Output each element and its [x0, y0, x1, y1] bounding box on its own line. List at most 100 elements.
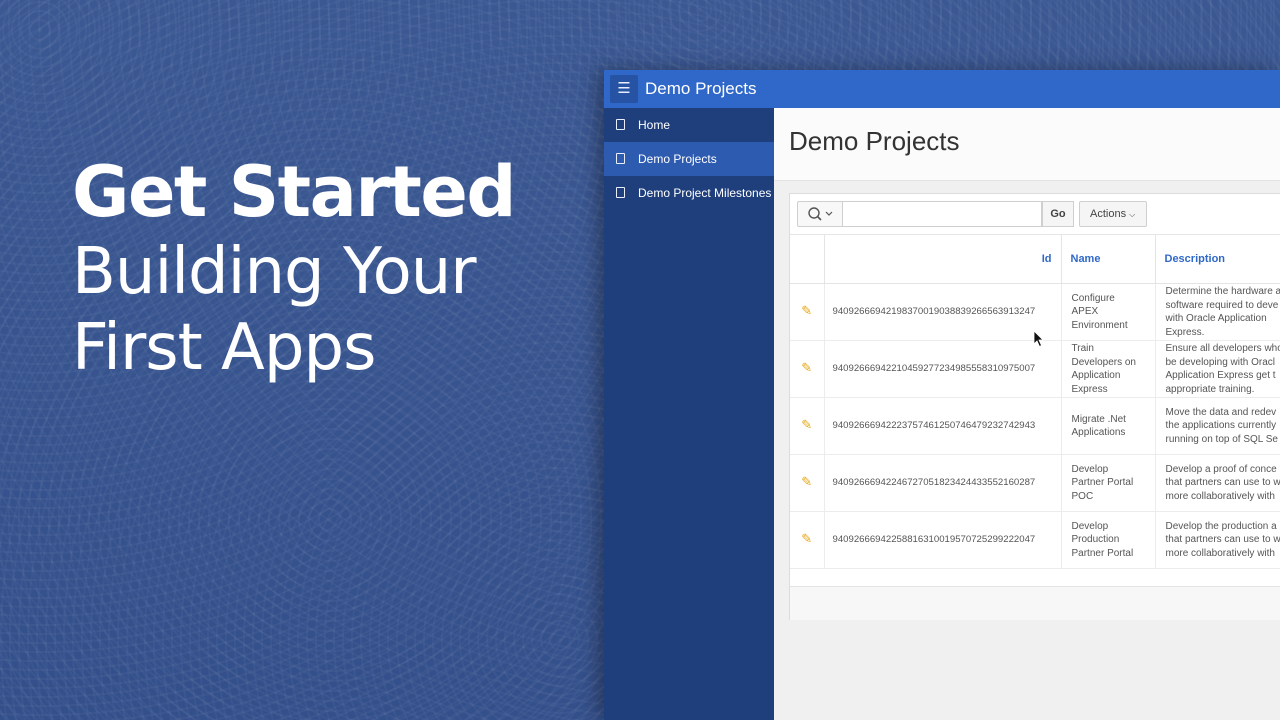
sidebar-item-home[interactable]: Home [604, 108, 774, 142]
sidebar-item-demo-projects[interactable]: Demo Projects [604, 142, 774, 176]
cell-id: 94092666942223757461250746479232742943 [824, 397, 1062, 455]
cell-description-line: Develop a proof of conce [1165, 463, 1277, 475]
cell-name-line: POC [1071, 490, 1094, 502]
cell-description-line: that partners can use to w [1165, 477, 1280, 489]
cell-description: Determine the hardware a software require… [1155, 283, 1280, 341]
cell-description-line: Determine the hardware a [1165, 286, 1280, 297]
cell-name-line: Production [1071, 534, 1120, 546]
cell-description-line: running on top of SQL Se [1165, 433, 1279, 445]
cell-name: Configure APEX Environment [1061, 283, 1156, 341]
report-footer [790, 586, 1280, 620]
pencil-edit-icon[interactable]: ✎ [801, 303, 812, 318]
cell-description-line: software required to deve [1165, 299, 1279, 311]
cell-description-line: with Oracle Application [1165, 313, 1267, 324]
apex-app-window: ☰ Demo Projects Home Demo Projects Demo … [604, 70, 1280, 720]
report-table: Id Name Description ✎ 9409266694219837001… [790, 235, 1280, 569]
edit-cell: ✎ [790, 397, 825, 455]
cell-id: 94092666942198370019038839266563913247 [824, 283, 1062, 341]
pencil-edit-icon[interactable]: ✎ [801, 531, 812, 546]
cell-description-line: be developing with Oracl [1165, 356, 1276, 368]
cell-description: Develop a proof of conce that partners ca… [1155, 454, 1280, 512]
cell-description-line: Move the data and redev [1165, 406, 1277, 418]
pencil-edit-icon[interactable]: ✎ [801, 474, 812, 489]
sidebar-item-label: Demo Projects [638, 152, 717, 166]
navigation-sidebar: Home Demo Projects Demo Project Mileston… [604, 108, 774, 720]
cell-name: Develop Production Partner Portal [1061, 511, 1156, 569]
table-row: ✎ 94092666942246727051823424433552160287 D… [790, 454, 1280, 512]
table-body: ✎ 94092666942198370019038839266563913247 C… [790, 283, 1280, 569]
cell-description-line: Develop the production a [1165, 520, 1277, 532]
table-row: ✎ 94092666942223757461250746479232742943 M… [790, 397, 1280, 455]
cell-name-line: Applications [1071, 427, 1126, 438]
mouse-cursor-icon [1033, 330, 1044, 348]
cell-name-line: Partner Portal [1071, 547, 1134, 559]
cell-id: 94092666942210459277234985558310975007 [824, 340, 1062, 398]
search-icon [808, 207, 833, 221]
hero-subtitle-line-1: Building Your [72, 235, 477, 309]
table-row: ✎ 94092666942210459277234985558310975007 T… [790, 340, 1280, 398]
cell-description-line: more collaboratively with [1165, 547, 1276, 559]
search-column-button[interactable] [797, 201, 842, 227]
cell-name-line: Train [1071, 343, 1094, 354]
edit-cell: ✎ [790, 511, 825, 569]
actions-label: Actions [1090, 208, 1127, 220]
edit-cell: ✎ [790, 454, 825, 512]
cell-name-line: Configure [1071, 292, 1115, 304]
main-content: Demo Projects Go Actions ⌵ Id Name Descr… [774, 108, 1280, 720]
page-icon [616, 153, 625, 164]
table-row: ✎ 94092666942258816310019570725299222047 D… [790, 511, 1280, 569]
cell-name-line: Develop [1071, 463, 1109, 475]
cell-name-line: APEX [1071, 306, 1099, 318]
interactive-report: Go Actions ⌵ Id Name Description ✎ 94092… [789, 193, 1280, 620]
cell-description-line: appropriate training. [1165, 383, 1255, 395]
cell-name: Develop Partner Portal POC [1061, 454, 1156, 512]
edit-cell: ✎ [790, 340, 825, 398]
cell-id: 94092666942258816310019570725299222047 [824, 511, 1062, 569]
app-title[interactable]: Demo Projects [645, 79, 756, 99]
top-navigation-bar: ☰ Demo Projects [604, 70, 1280, 108]
cell-name: Migrate .Net Applications [1061, 397, 1156, 455]
cell-name-line: Environment [1071, 319, 1128, 331]
cell-description-line: Ensure all developers who [1165, 343, 1280, 354]
cell-description: Develop the production a that partners ca… [1155, 511, 1280, 569]
pencil-edit-icon[interactable]: ✎ [801, 417, 812, 432]
column-header-description[interactable]: Description [1155, 235, 1280, 284]
page-title: Demo Projects [789, 126, 960, 156]
cell-description: Ensure all developers who be developing w… [1155, 340, 1280, 398]
page-icon [616, 187, 625, 198]
cell-description-line: Express. [1165, 326, 1205, 338]
hamburger-menu-button[interactable]: ☰ [610, 75, 638, 103]
cell-name-line: Developers on [1071, 356, 1136, 368]
edit-cell: ✎ [790, 283, 825, 341]
cell-name-line: Application [1071, 370, 1121, 381]
cell-name-line: Express [1071, 383, 1108, 395]
sidebar-item-demo-project-milestones[interactable]: Demo Project Milestones [604, 176, 774, 210]
page-icon [616, 119, 625, 130]
hamburger-icon: ☰ [617, 80, 631, 97]
cell-description-line: that partners can use to w [1165, 534, 1280, 546]
go-button[interactable]: Go [1042, 201, 1074, 227]
column-header-name[interactable]: Name [1061, 235, 1156, 284]
cell-name-line: Partner Portal [1071, 477, 1134, 489]
column-header-edit [790, 235, 825, 284]
cell-name: Train Developers on Application Express [1061, 340, 1156, 398]
search-input[interactable] [842, 201, 1042, 227]
hero-text: Get Started Building Your First Apps [72, 150, 516, 386]
cell-name-line: Migrate .Net [1071, 413, 1126, 425]
cell-description-line: the applications currently [1165, 420, 1277, 432]
sidebar-item-label: Home [638, 118, 671, 132]
report-toolbar: Go Actions ⌵ [790, 194, 1280, 235]
cell-description: Move the data and redev the applications … [1155, 397, 1280, 455]
cell-name-line: Develop [1071, 520, 1109, 532]
cell-description-line: Application Express get t [1165, 370, 1276, 381]
column-header-id[interactable]: Id [824, 235, 1062, 284]
sidebar-item-label: Demo Project Milestones [638, 186, 772, 200]
cell-id: 94092666942246727051823424433552160287 [824, 454, 1062, 512]
table-header-row: Id Name Description [790, 235, 1280, 284]
pencil-edit-icon[interactable]: ✎ [801, 360, 812, 375]
hero-subtitle-line-2: First Apps [72, 311, 376, 385]
cell-description-line: more collaboratively with [1165, 490, 1276, 502]
actions-menu-button[interactable]: Actions ⌵ [1079, 201, 1147, 227]
hero-title: Get Started [72, 151, 516, 233]
page-header: Demo Projects [774, 108, 1280, 181]
